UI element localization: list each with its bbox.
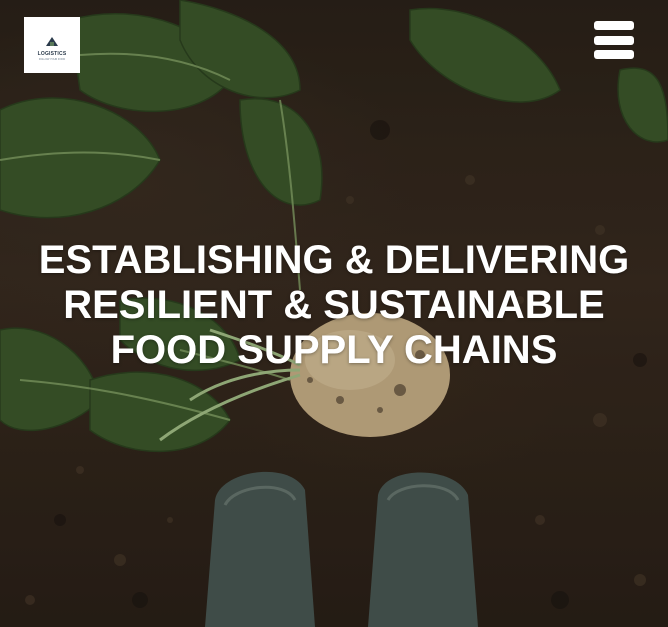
headline-line-1: ESTABLISHING & DELIVERING (38, 238, 630, 282)
logo-box-icon (46, 36, 58, 46)
hero-headline: ESTABLISHING & DELIVERING RESILIENT & SU… (0, 238, 668, 373)
logo-name: LOGISTICS (37, 50, 67, 57)
menu-bar (594, 21, 634, 30)
headline-line-2: RESILIENT & SUSTAINABLE (63, 283, 605, 327)
menu-bar (594, 35, 634, 45)
logo-tagline: FOLLOW YOUR FOOD (38, 57, 66, 61)
hamburger-menu-icon[interactable] (594, 21, 634, 59)
menu-bar (594, 50, 634, 59)
headline-line-3: FOOD SUPPLY CHAINS (110, 328, 558, 372)
hero-section: LOGISTICS FOLLOW YOUR FOOD ESTABLISHING … (0, 0, 668, 627)
brand-logo[interactable]: LOGISTICS FOLLOW YOUR FOOD (24, 17, 80, 73)
